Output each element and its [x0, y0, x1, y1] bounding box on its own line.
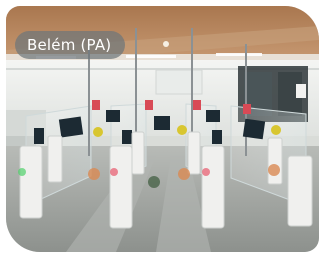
location-label: Belém (PA) [15, 31, 126, 59]
egate-photo: Belém (PA) [6, 6, 319, 252]
